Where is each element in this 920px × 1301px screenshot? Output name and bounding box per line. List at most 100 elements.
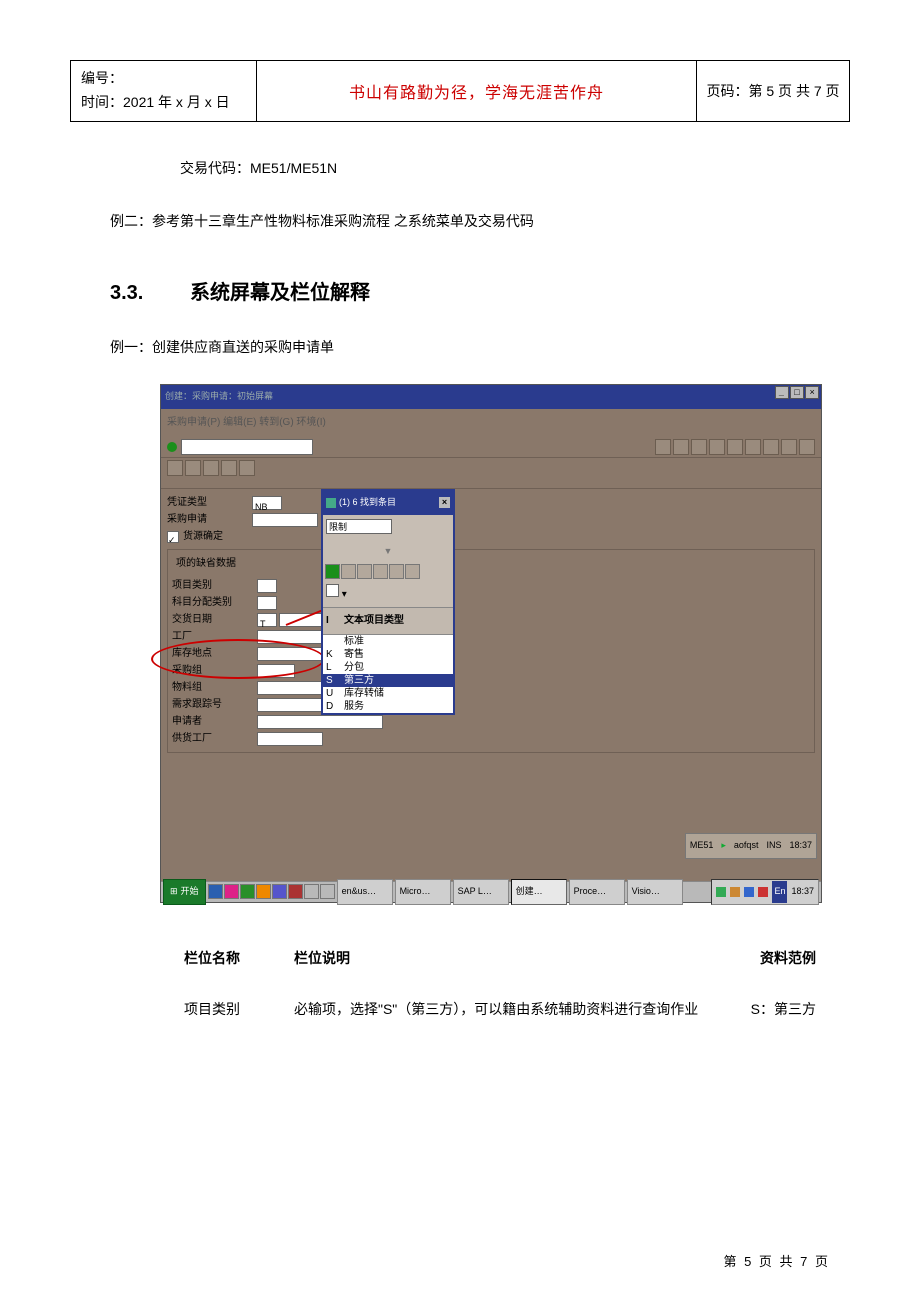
time-value: 2021 年 x 月 x 日 xyxy=(123,94,230,110)
ql-icon[interactable] xyxy=(224,884,239,899)
start-button[interactable]: ⊞开始 xyxy=(163,879,206,905)
popup-item[interactable]: D服务 xyxy=(323,700,453,713)
popup-buttons xyxy=(323,562,453,581)
maximize-icon[interactable]: □ xyxy=(790,386,804,399)
pr-input[interactable] xyxy=(252,513,318,527)
value-help-popup: (1) 6 找到条目 × ▼ ▾ I xyxy=(321,489,455,715)
sap-statusbar: ME51 ▸ aofqst INS 18:37 xyxy=(685,833,817,859)
sap-window-title: 创建：采购申请：初始屏幕 xyxy=(161,385,821,409)
taskbar-task[interactable]: Visio… xyxy=(627,879,683,905)
sub-btn[interactable] xyxy=(203,460,219,476)
group-title: 项的缺省数据 xyxy=(174,552,238,576)
windows-icon: ⊞ xyxy=(170,881,178,903)
ql-icon[interactable] xyxy=(304,884,319,899)
inp-req[interactable] xyxy=(257,715,383,729)
sap-subtoolbar xyxy=(161,458,821,489)
sap-menu-bar[interactable]: 采购申请(P) 编辑(E) 转到(G) 环境(I) xyxy=(161,409,821,437)
popup-item[interactable]: S第三方 xyxy=(323,674,453,687)
tray-icon[interactable] xyxy=(758,887,768,897)
th-example: 资料范例 xyxy=(710,933,820,984)
tray-icon[interactable] xyxy=(744,887,754,897)
ql-icon[interactable] xyxy=(256,884,271,899)
status-mode: INS xyxy=(766,835,781,857)
popup-item[interactable]: K寄售 xyxy=(323,648,453,661)
time-row: 时间：2021 年 x 月 x 日 xyxy=(81,91,246,115)
inp-splant[interactable] xyxy=(257,732,323,746)
system-tray: En 18:37 xyxy=(711,879,819,905)
popup-btn[interactable] xyxy=(389,564,404,579)
minimize-icon[interactable]: _ xyxy=(775,386,789,399)
taskbar-task[interactable]: 创建… xyxy=(511,879,567,905)
lang-indicator[interactable]: En xyxy=(772,881,787,903)
command-field[interactable] xyxy=(181,439,313,455)
sap-screenshot: _ □ × 创建：采购申请：初始屏幕 采购申请(P) 编辑(E) 转到(G) 环… xyxy=(160,384,822,903)
toolbar-btn[interactable] xyxy=(781,439,797,455)
status-dot-icon[interactable] xyxy=(167,442,177,452)
popup-btn[interactable] xyxy=(373,564,388,579)
windows-taskbar: ⊞开始 en&us…Micro…SAP L…创建…Proce…Visio… En… xyxy=(161,881,821,902)
ql-icon[interactable] xyxy=(272,884,287,899)
example2-line: 例二：参考第十三章生产性物料标准采购流程 之系统菜单及交易代码 xyxy=(110,205,820,239)
toolbar-btn[interactable] xyxy=(691,439,707,455)
header-motto: 书山有路勤为径，学海无涯苦作舟 xyxy=(257,61,697,121)
close-icon[interactable]: × xyxy=(805,386,819,399)
source-checkbox[interactable] xyxy=(167,531,179,543)
sub-btn[interactable] xyxy=(239,460,255,476)
inp-stor[interactable] xyxy=(257,647,323,661)
td-desc: 必输项，选择"S"（第三方），可以籍由系统辅助资料进行查询作业 xyxy=(290,984,710,1035)
popup-header: I 文本项目类型 xyxy=(323,607,453,635)
ql-icon[interactable] xyxy=(240,884,255,899)
sub-btn[interactable] xyxy=(221,460,237,476)
sub-btn[interactable] xyxy=(185,460,201,476)
sub-btn[interactable] xyxy=(167,460,183,476)
example1-line: 例一：创建供应商直送的采购申请单 xyxy=(110,331,820,365)
ql-icon[interactable] xyxy=(208,884,223,899)
sap-title-text: 创建：采购申请：初始屏幕 xyxy=(165,386,273,408)
new-icon[interactable] xyxy=(326,584,339,597)
inp-plant[interactable] xyxy=(257,630,323,644)
toolbar-btn[interactable] xyxy=(655,439,671,455)
tray-icon[interactable] xyxy=(730,887,740,897)
taskbar-task[interactable]: Micro… xyxy=(395,879,451,905)
taskbar-task[interactable]: Proce… xyxy=(569,879,625,905)
ql-icon[interactable] xyxy=(320,884,335,899)
popup-title-text: (1) 6 找到条目 xyxy=(339,492,396,514)
th-desc: 栏位说明 xyxy=(290,933,710,984)
taskbar-task[interactable]: SAP L… xyxy=(453,879,509,905)
popup-restrict-input[interactable] xyxy=(326,519,392,534)
inp-item-cat[interactable] xyxy=(257,579,277,593)
inp-pgrp[interactable] xyxy=(257,664,295,678)
toolbar-btn[interactable] xyxy=(673,439,689,455)
doc-type-input[interactable]: NB xyxy=(252,496,282,510)
popup-btn[interactable] xyxy=(357,564,372,579)
popup-item[interactable]: 标准 xyxy=(323,635,453,648)
popup-close-icon[interactable]: × xyxy=(439,497,450,508)
toolbar-btn[interactable] xyxy=(727,439,743,455)
popup-new-row: ▾ xyxy=(323,581,453,607)
popup-btn[interactable] xyxy=(341,564,356,579)
taskbar-task[interactable]: en&us… xyxy=(337,879,393,905)
ql-icon[interactable] xyxy=(288,884,303,899)
status-arrow-icon: ▸ xyxy=(721,835,726,857)
toolbar-btn[interactable] xyxy=(763,439,779,455)
header-left: 编号： 时间：2021 年 x 月 x 日 xyxy=(71,61,257,121)
section-number: 3.3. xyxy=(110,269,190,317)
tray-icon[interactable] xyxy=(716,887,726,897)
section-3-3: 3.3.系统屏幕及栏位解释 xyxy=(110,269,820,317)
popup-ok-icon[interactable] xyxy=(325,564,340,579)
status-client: aofqst xyxy=(734,835,759,857)
popup-col1: I xyxy=(326,609,344,633)
lbl-splant: 供货工厂 xyxy=(172,727,257,751)
td-example: S：第三方 xyxy=(710,984,820,1035)
inp-deliv-t[interactable]: T xyxy=(257,613,277,627)
popup-btn[interactable] xyxy=(405,564,420,579)
toolbar-btn[interactable] xyxy=(799,439,815,455)
header-page: 页码：第 5 页 共 7 页 xyxy=(697,61,849,121)
popup-item[interactable]: L分包 xyxy=(323,661,453,674)
row-doc-type: 凭证类型 NB xyxy=(167,495,815,511)
toolbar-btn[interactable] xyxy=(745,439,761,455)
popup-title: (1) 6 找到条目 × xyxy=(323,491,453,515)
toolbar-btn[interactable] xyxy=(709,439,725,455)
inp-acct[interactable] xyxy=(257,596,277,610)
popup-item[interactable]: U库存转储 xyxy=(323,687,453,700)
